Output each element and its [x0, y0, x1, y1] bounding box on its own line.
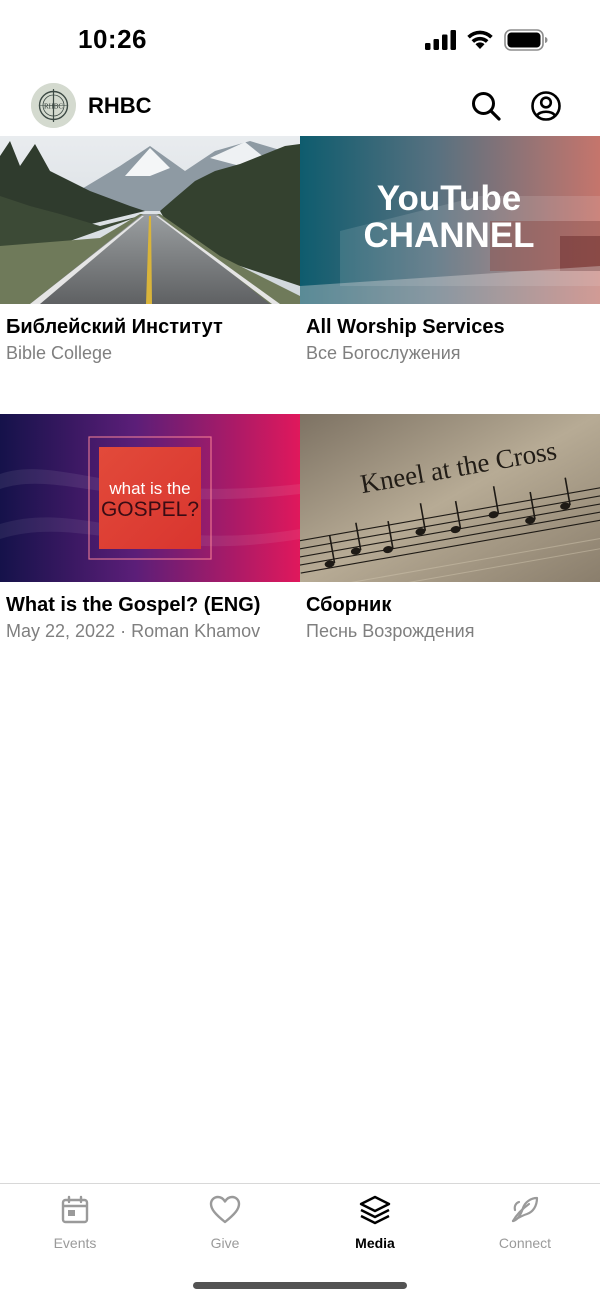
youtube-channel-thumbnail: YouTube CHANNEL [300, 136, 600, 304]
logo-emblem-icon: RHBC [31, 83, 76, 128]
svg-text:YouTube: YouTube [377, 179, 522, 218]
svg-text:RHBC: RHBC [44, 103, 63, 111]
app-title: RHBC [88, 93, 152, 118]
media-card-what-is-the-gospel[interactable]: what is the GOSPEL? What is the Gospel? … [0, 414, 300, 641]
status-bar: 10:26 [0, 0, 600, 80]
card-title: Библейский Институт [6, 316, 223, 338]
home-indicator [193, 1282, 407, 1289]
card-subtitle: Bible College [6, 343, 113, 363]
media-card-bible-college[interactable]: Библейский Институт Bible College [0, 136, 300, 363]
media-card-hymnal[interactable]: Kneel at the Cross Сборник Песнь Возрожд… [300, 414, 600, 641]
media-card-worship-services[interactable]: YouTube CHANNEL All Worship Services Все… [300, 136, 600, 363]
card-title: What is the Gospel? (ENG) [6, 594, 261, 616]
tab-label: Connect [498, 1235, 552, 1251]
tab-label: Events [53, 1235, 97, 1251]
svg-text:what is the: what is the [108, 479, 190, 498]
tab-connect[interactable]: Connect [450, 1194, 600, 1258]
heart-icon [209, 1195, 241, 1224]
layers-icon [359, 1195, 391, 1225]
card-subtitle: Все Богослужения [306, 343, 461, 363]
card-title: Сборник [306, 594, 392, 616]
app-header: RHBC RHBC [0, 80, 600, 136]
signal-icon [425, 30, 456, 50]
mountain-road-thumbnail [0, 136, 300, 304]
svg-text:CHANNEL: CHANNEL [363, 216, 534, 255]
card-title: All Worship Services [306, 316, 505, 338]
leaf-icon [511, 1196, 539, 1223]
svg-text:GOSPEL?: GOSPEL? [101, 498, 199, 521]
tab-media[interactable]: Media [300, 1194, 450, 1258]
card-subtitle: Песнь Возрождения [306, 621, 475, 641]
tab-label: Media [355, 1235, 395, 1251]
account-icon[interactable] [530, 90, 562, 122]
wifi-icon [467, 30, 493, 49]
status-time: 10:26 [78, 24, 147, 54]
church-logo[interactable]: RHBC [31, 83, 76, 128]
tab-give[interactable]: Give [150, 1194, 300, 1258]
tab-label: Give [210, 1235, 240, 1251]
gospel-thumbnail: what is the GOSPEL? [0, 414, 300, 582]
search-icon[interactable] [470, 90, 502, 122]
hymn-sheet-thumbnail: Kneel at the Cross [300, 414, 600, 582]
battery-icon [504, 29, 548, 51]
tab-events[interactable]: Events [0, 1194, 150, 1258]
card-subtitle: May 22, 2022 · Roman Khamov [6, 621, 261, 641]
calendar-icon [61, 1195, 89, 1224]
